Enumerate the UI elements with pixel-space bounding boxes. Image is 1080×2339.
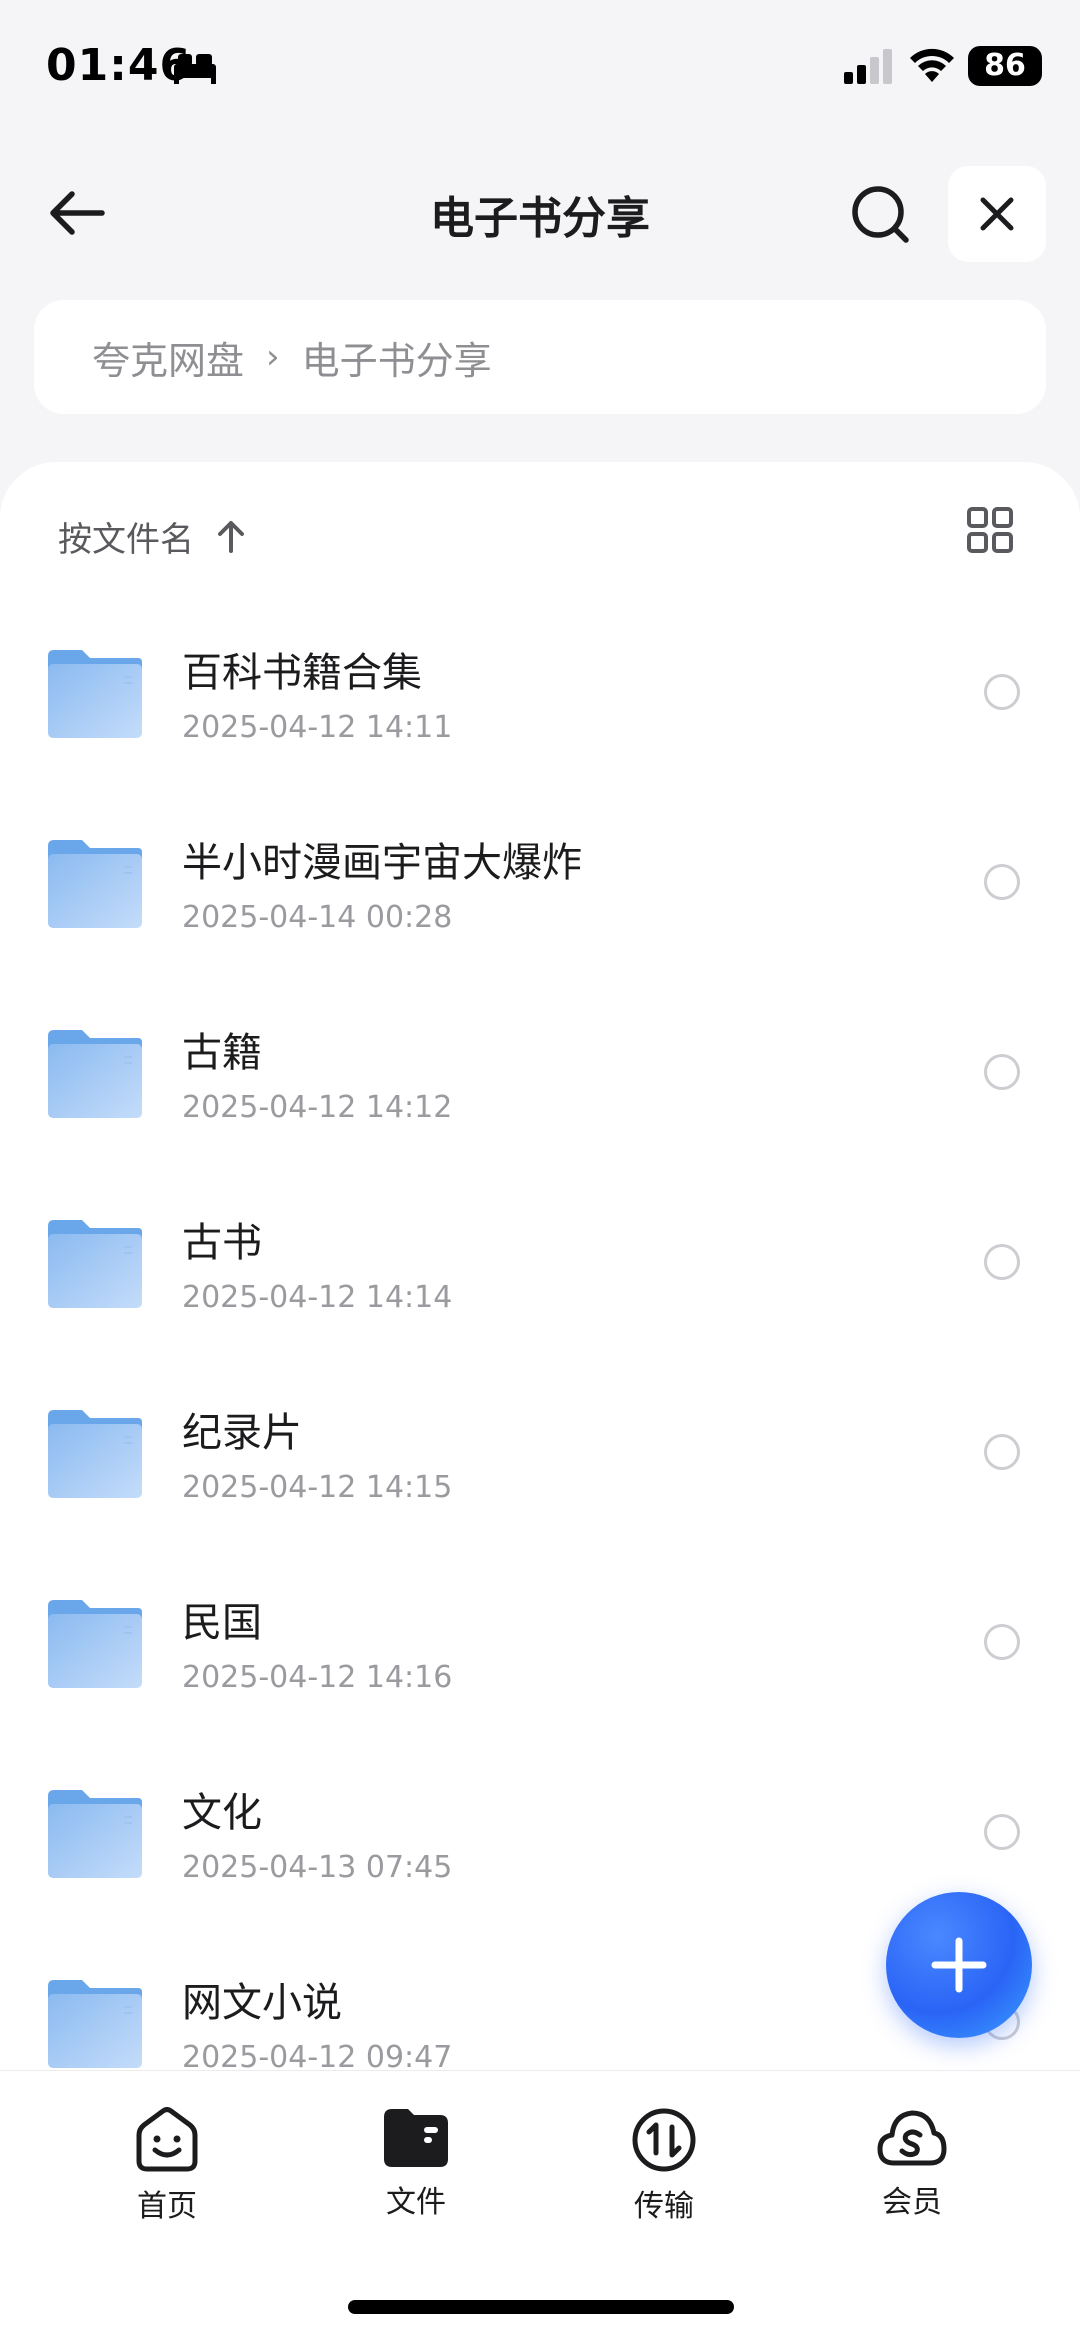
- file-sheet: 按文件名 百科书籍合集 2025-04-12 14:11 半小时漫画宇宙大爆炸 …: [0, 462, 1080, 2102]
- folder-icon: [48, 1220, 142, 1308]
- tab-label: 会员: [882, 2185, 942, 2220]
- folder-icon: [48, 650, 142, 738]
- file-name: 纪录片: [182, 1410, 302, 1456]
- breadcrumb: 夸克网盘 › 电子书分享: [34, 300, 1046, 414]
- select-radio[interactable]: [984, 1814, 1020, 1850]
- tab-label: 传输: [634, 2189, 694, 2224]
- select-radio[interactable]: [984, 864, 1020, 900]
- file-item[interactable]: 民国 2025-04-12 14:16: [0, 1572, 1080, 1762]
- file-date: 2025-04-12 14:12: [182, 1090, 453, 1125]
- select-radio[interactable]: [984, 1054, 1020, 1090]
- file-item[interactable]: 古书 2025-04-12 14:14: [0, 1192, 1080, 1382]
- tab-label: 首页: [137, 2189, 197, 2224]
- file-name: 文化: [182, 1790, 262, 1836]
- sleep-bed-icon: [174, 54, 216, 84]
- status-bar: 01:46 86: [0, 0, 1080, 130]
- chevron-right-icon: ›: [266, 337, 280, 377]
- file-item[interactable]: 半小时漫画宇宙大爆炸 2025-04-14 00:28: [0, 812, 1080, 1002]
- folder-icon: [48, 1980, 142, 2068]
- select-radio[interactable]: [984, 674, 1020, 710]
- breadcrumb-current: 电子书分享: [301, 338, 492, 383]
- breadcrumb-root[interactable]: 夸克网盘: [92, 330, 244, 385]
- select-radio[interactable]: [984, 1244, 1020, 1280]
- close-icon: [980, 197, 1014, 231]
- screen: 01:46 86 电子书分享 夸克网盘 › 电子书分享 按文件名 百科书籍合集 …: [0, 0, 1080, 2339]
- cloud-vip-icon: [877, 2110, 947, 2166]
- file-date: 2025-04-12 14:14: [182, 1280, 453, 1315]
- file-item[interactable]: 古籍 2025-04-12 14:12: [0, 1002, 1080, 1192]
- file-name: 百科书籍合集: [182, 650, 422, 696]
- folder-icon: [48, 1410, 142, 1498]
- folder-icon: [48, 1790, 142, 1878]
- search-icon: [852, 186, 909, 243]
- file-name: 古籍: [182, 1030, 262, 1076]
- file-date: 2025-04-12 14:16: [182, 1660, 453, 1695]
- status-time: 01:46: [46, 40, 192, 91]
- sort-toggle[interactable]: 按文件名: [58, 508, 246, 564]
- tab-files[interactable]: 文件: [346, 2107, 486, 2221]
- file-name: 半小时漫画宇宙大爆炸: [182, 840, 582, 886]
- tab-transfer[interactable]: 传输: [594, 2107, 734, 2225]
- file-item[interactable]: 百科书籍合集 2025-04-12 14:11: [0, 622, 1080, 812]
- file-item[interactable]: 纪录片 2025-04-12 14:15: [0, 1382, 1080, 1572]
- folder-icon: [48, 840, 142, 928]
- tab-bar: 首页 文件 传输 会员: [0, 2070, 1080, 2339]
- home-face-icon: [136, 2107, 198, 2172]
- search-button[interactable]: [846, 180, 914, 248]
- close-button[interactable]: [948, 166, 1046, 262]
- arrow-left-icon: [50, 191, 105, 235]
- plus-icon: [931, 1937, 987, 1993]
- file-date: 2025-04-12 14:15: [182, 1470, 453, 1505]
- back-button[interactable]: [44, 180, 110, 246]
- select-radio[interactable]: [984, 1434, 1020, 1470]
- tab-label: 文件: [386, 2185, 446, 2220]
- transfer-icon: [632, 2108, 696, 2172]
- page-title: 电子书分享: [430, 193, 650, 244]
- add-button[interactable]: [886, 1892, 1032, 2038]
- tab-home[interactable]: 首页: [97, 2107, 237, 2225]
- cellular-signal-icon: [844, 49, 892, 84]
- folder-icon: [384, 2109, 448, 2167]
- file-name: 古书: [182, 1220, 262, 1266]
- home-indicator: [348, 2300, 734, 2314]
- folder-icon: [48, 1030, 142, 1118]
- file-date: 2025-04-13 07:45: [182, 1850, 453, 1885]
- file-name: 网文小说: [182, 1980, 342, 2026]
- select-radio[interactable]: [984, 1624, 1020, 1660]
- wifi-icon: [910, 48, 954, 82]
- folder-icon: [48, 1600, 142, 1688]
- battery-indicator: 86: [968, 46, 1042, 86]
- file-date: 2025-04-12 14:11: [182, 710, 453, 745]
- arrow-up-icon: [218, 521, 244, 553]
- file-name: 民国: [182, 1600, 262, 1646]
- grid-view-icon[interactable]: [966, 506, 1014, 554]
- sort-label: 按文件名: [58, 519, 194, 560]
- tab-vip[interactable]: 会员: [842, 2107, 982, 2221]
- file-date: 2025-04-14 00:28: [182, 900, 453, 935]
